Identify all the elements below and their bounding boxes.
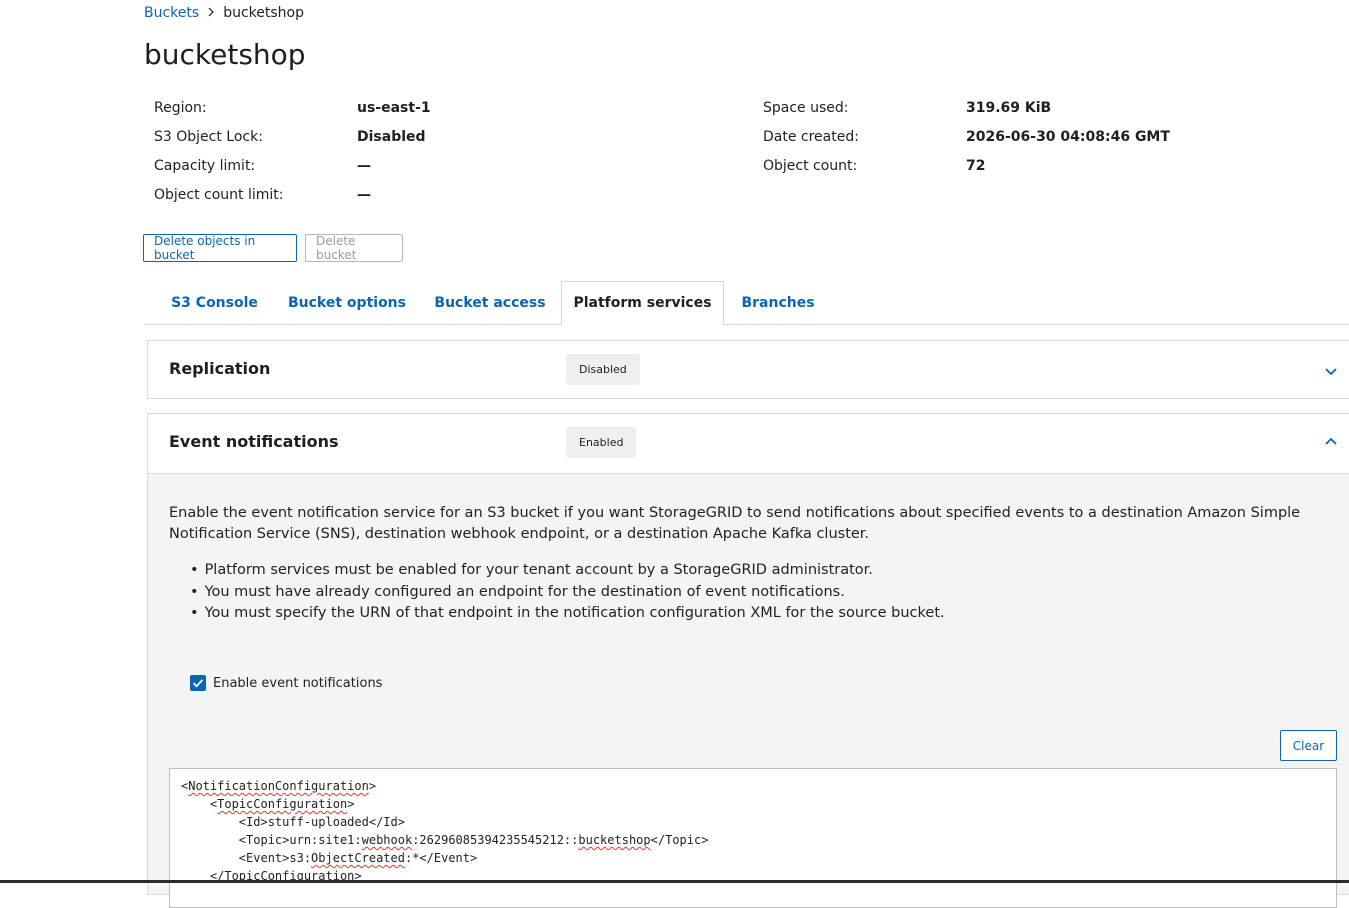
tab-bucket-access[interactable]: Bucket access xyxy=(425,281,555,324)
detail-value: us-east-1 xyxy=(357,100,431,116)
replication-title: Replication xyxy=(169,359,271,378)
event-notifications-description: Enable the event notification service fo… xyxy=(169,505,1301,542)
enable-event-notifications-checkbox[interactable] xyxy=(190,675,206,691)
bucket-details-right: Space used: 319.69 KiB Date created: 202… xyxy=(763,100,1170,187)
page-title: bucketshop xyxy=(144,38,306,71)
event-notifications-body: Enable the event notification service fo… xyxy=(148,473,1349,908)
bucket-details-left: Region: us-east-1 S3 Object Lock: Disabl… xyxy=(154,100,431,216)
breadcrumb-current: bucketshop xyxy=(223,5,304,21)
detail-label: Space used: xyxy=(763,100,849,116)
detail-row-date-created: Date created: 2026-06-30 04:08:46 GMT xyxy=(763,129,1170,158)
detail-label: Capacity limit: xyxy=(154,158,256,174)
replication-panel: Replication Disabled xyxy=(147,340,1349,399)
clear-button[interactable]: Clear xyxy=(1280,730,1337,761)
xml-token: <Event>s3: xyxy=(238,851,312,865)
detail-row-region: Region: us-east-1 xyxy=(154,100,431,129)
detail-row-capacity-limit: Capacity limit: — xyxy=(154,158,431,187)
detail-value: — xyxy=(357,187,371,203)
requirements-list: Platform services must be enabled for yo… xyxy=(190,560,945,625)
detail-label: Object count limit: xyxy=(154,187,284,203)
enable-event-notifications-control[interactable]: Enable event notifications xyxy=(190,675,382,691)
detail-value: — xyxy=(357,158,371,174)
detail-value: 72 xyxy=(966,158,986,174)
chevron-up-icon[interactable] xyxy=(1324,434,1338,448)
detail-row-object-count: Object count: 72 xyxy=(763,158,1170,187)
detail-label: Object count: xyxy=(763,158,858,174)
event-notifications-header[interactable]: Event notifications Enabled xyxy=(148,414,1349,471)
detail-row-object-count-limit: Object count limit: — xyxy=(154,187,431,216)
enable-event-notifications-label: Enable event notifications xyxy=(213,675,383,691)
notification-xml-editor[interactable]: <NotificationConfiguration> <TopicConfig… xyxy=(169,768,1337,908)
detail-label: S3 Object Lock: xyxy=(154,129,263,145)
breadcrumb-buckets-link[interactable]: Buckets xyxy=(144,5,199,21)
list-item: You must specify the URN of that endpoin… xyxy=(190,603,945,625)
detail-row-space-used: Space used: 319.69 KiB xyxy=(763,100,1170,129)
xml-token: webhook xyxy=(361,833,413,847)
checkmark-icon xyxy=(192,679,204,688)
xml-token: :*</Event> xyxy=(404,851,478,865)
detail-label: Date created: xyxy=(763,129,859,145)
tab-bucket-options[interactable]: Bucket options xyxy=(285,281,409,324)
chevron-down-icon[interactable] xyxy=(1324,363,1338,377)
tab-platform-services[interactable]: Platform services xyxy=(561,281,724,325)
chevron-right-icon xyxy=(207,6,215,20)
delete-bucket-button: Delete bucket xyxy=(305,234,403,262)
xml-line: <Id>stuff-uploaded</Id> xyxy=(238,815,405,829)
xml-token: bucketshop xyxy=(578,833,651,847)
delete-objects-button[interactable]: Delete objects in bucket xyxy=(143,234,297,262)
detail-value: 319.69 KiB xyxy=(966,100,1052,116)
tab-s3-console[interactable]: S3 Console xyxy=(144,281,285,324)
detail-value: Disabled xyxy=(357,129,426,145)
xml-token: ObjectCreated xyxy=(311,851,405,865)
xml-token: > xyxy=(347,797,355,811)
detail-label: Region: xyxy=(154,100,207,116)
event-notifications-title: Event notifications xyxy=(169,432,339,451)
tab-branches[interactable]: Branches xyxy=(724,281,832,324)
xml-token: TopicConfiguration xyxy=(217,797,348,811)
replication-status-badge: Disabled xyxy=(566,354,640,385)
event-notifications-panel: Event notifications Enabled Enable the e… xyxy=(147,413,1349,908)
replication-header[interactable]: Replication Disabled xyxy=(148,341,1349,398)
list-item: Platform services must be enabled for yo… xyxy=(190,560,945,582)
tab-bar: S3 Console Bucket options Bucket access … xyxy=(144,281,1349,325)
xml-token: :26296085394235545212:: xyxy=(412,833,579,847)
xml-token: > xyxy=(368,779,377,793)
detail-row-object-lock: S3 Object Lock: Disabled xyxy=(154,129,431,158)
detail-value: 2026-06-30 04:08:46 GMT xyxy=(966,129,1170,145)
event-notifications-status-badge: Enabled xyxy=(566,427,637,458)
list-item: You must have already configured an endp… xyxy=(190,582,945,604)
breadcrumb: Buckets bucketshop xyxy=(144,5,304,21)
xml-token: <Topic>urn:site1: xyxy=(238,833,362,847)
xml-token: </Topic> xyxy=(650,833,709,847)
xml-token: NotificationConfiguration xyxy=(188,779,369,793)
